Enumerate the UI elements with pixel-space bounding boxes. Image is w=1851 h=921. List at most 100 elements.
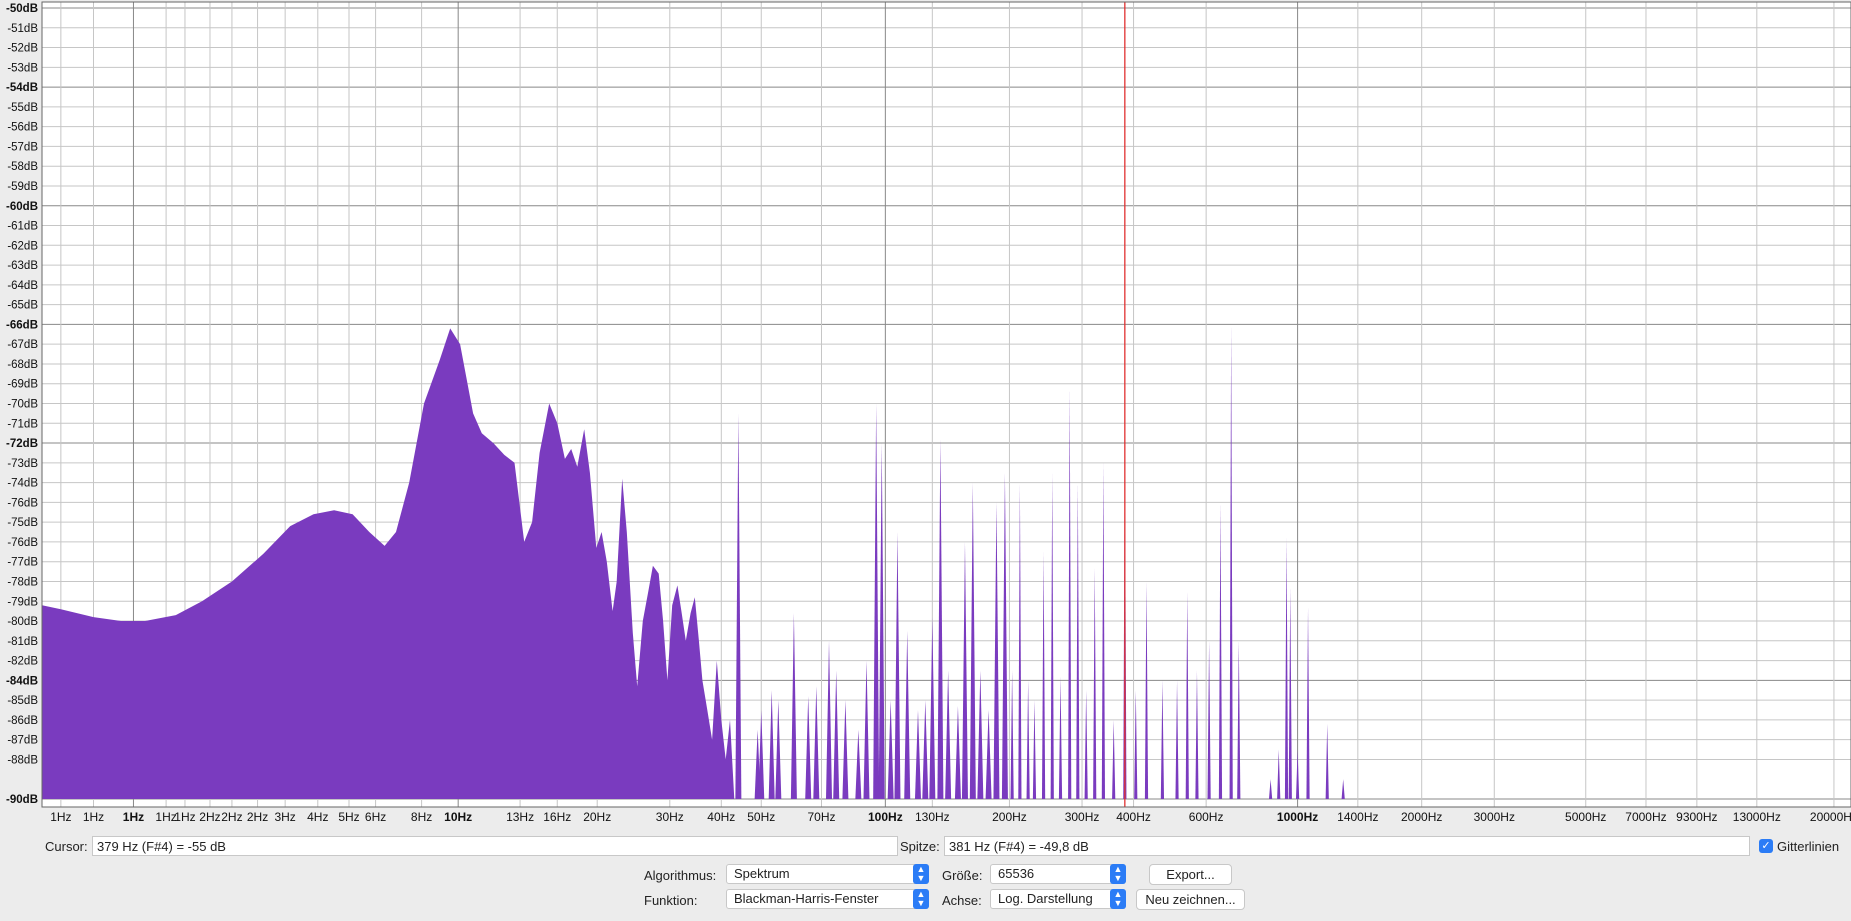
algorithm-label: Algorithmus: [644, 868, 717, 883]
y-tick-label: -84dB [6, 675, 38, 687]
y-tick-label: -59dB [7, 181, 38, 193]
y-tick-label: -61dB [7, 221, 38, 233]
y-tick-label: -79dB [7, 596, 38, 608]
x-tick-label: 70Hz [807, 810, 835, 824]
x-tick-label: 6Hz [365, 810, 386, 824]
chevron-updown-icon: ▲ ▼ [913, 864, 929, 884]
y-tick-label: -58dB [7, 161, 38, 173]
x-tick-label: 50Hz [747, 810, 775, 824]
x-tick-label: 40Hz [707, 810, 735, 824]
x-tick-label: 200Hz [992, 810, 1027, 824]
y-tick-label: -85dB [7, 695, 38, 707]
size-label: Größe: [942, 868, 983, 883]
y-tick-label: -67dB [7, 339, 38, 351]
spectrum-plot[interactable]: -50dB -51dB -52dB -53dB -54dB -55dB -56dB -57dB… [0, 0, 1851, 830]
x-tick-label: 9300Hz [1676, 810, 1717, 824]
axis-select-value: Log. Darstellung [998, 891, 1093, 906]
x-tick-label: 5Hz [338, 810, 359, 824]
y-tick-label: -82dB [7, 656, 38, 668]
x-tick-label: 600Hz [1189, 810, 1224, 824]
x-tick-label: 13Hz [506, 810, 534, 824]
y-tick-label: -78dB [7, 576, 38, 588]
x-tick-label: 3Hz [274, 810, 295, 824]
x-tick-label: 2000Hz [1401, 810, 1442, 824]
y-tick-label: -75dB [7, 517, 38, 529]
axis-label: Achse: [942, 893, 982, 908]
export-button[interactable]: Export... [1149, 864, 1232, 885]
peak-label: Spitze: [900, 839, 940, 854]
gridlines-label: Gitterlinien [1777, 839, 1840, 854]
y-tick-label: -81dB [7, 636, 38, 648]
function-select-value: Blackman-Harris-Fenster [734, 891, 879, 906]
y-tick-label: -87dB [7, 735, 38, 747]
function-select[interactable]: Blackman-Harris-Fenster ▲ ▼ [726, 889, 929, 909]
x-tick-label: 10Hz [444, 810, 472, 824]
x-tick-label: 2Hz [221, 810, 242, 824]
y-tick-label: -73dB [7, 458, 38, 470]
y-tick-label: -68dB [7, 359, 38, 371]
size-select-value: 65536 [998, 866, 1035, 881]
x-tick-label: 13000Hz [1733, 810, 1781, 824]
function-label: Funktion: [644, 893, 698, 908]
cursor-label: Cursor: [45, 839, 88, 854]
y-tick-label: -77dB [7, 557, 38, 569]
y-tick-label: -76dB [7, 537, 38, 549]
x-tick-label: 1Hz [174, 810, 195, 824]
y-tick-label: -80dB [7, 616, 38, 628]
chevron-updown-icon: ▲ ▼ [1110, 864, 1126, 884]
x-tick-label: 16Hz [543, 810, 571, 824]
y-tick-label: -64dB [7, 280, 38, 292]
y-tick-label: -74dB [7, 478, 38, 490]
y-tick-label: -65dB [7, 300, 38, 312]
redraw-button[interactable]: Neu zeichnen... [1136, 889, 1245, 910]
gridlines-checkbox[interactable]: ✓ [1759, 839, 1773, 853]
x-tick-label: 1000Hz [1277, 810, 1318, 824]
y-tick-label: -72dB [6, 438, 38, 450]
axis-select[interactable]: Log. Darstellung ▲ ▼ [990, 889, 1126, 909]
y-tick-label: -71dB [7, 418, 38, 430]
x-axis-labels: 1Hz 1Hz 1Hz 1Hz1Hz 2Hz 2Hz 2Hz 3Hz 4Hz 5Hz 6Hz 8Hz 1… [50, 810, 1851, 824]
algorithm-select[interactable]: Spektrum ▲ ▼ [726, 864, 929, 884]
x-tick-label: 4Hz [307, 810, 328, 824]
x-tick-label: 300Hz [1065, 810, 1100, 824]
y-tick-label: -57dB [7, 141, 38, 153]
x-tick-label: 30Hz [656, 810, 684, 824]
y-tick-label: -50dB [6, 3, 38, 15]
y-tick-label: -51dB [7, 23, 38, 35]
x-tick-label: 130Hz [915, 810, 950, 824]
cursor-readout-field: 379 Hz (F#4) = -55 dB [92, 836, 898, 856]
chevron-updown-icon: ▲ ▼ [1110, 889, 1126, 909]
y-tick-label: -55dB [7, 102, 38, 114]
y-tick-label: -70dB [7, 399, 38, 411]
y-tick-label: -86dB [7, 715, 38, 727]
peak-readout-field: 381 Hz (F#4) = -49,8 dB [944, 836, 1750, 856]
y-tick-label: -66dB [6, 319, 38, 331]
y-tick-label: -69dB [7, 379, 38, 391]
y-tick-label: -52dB [7, 43, 38, 55]
x-tick-label: 1Hz [83, 810, 104, 824]
y-tick-label: -54dB [6, 82, 38, 94]
y-tick-label: -62dB [7, 240, 38, 252]
size-select[interactable]: 65536 ▲ ▼ [990, 864, 1126, 884]
x-tick-label: 3000Hz [1474, 810, 1515, 824]
x-tick-label: 8Hz [411, 810, 432, 824]
y-tick-label: -63dB [7, 260, 38, 272]
y-tick-label: -88dB [7, 754, 38, 766]
x-tick-label: 1Hz [123, 810, 144, 824]
y-tick-label: -53dB [7, 62, 38, 74]
x-tick-label: 20Hz [583, 810, 611, 824]
x-tick-label: 1400Hz [1337, 810, 1378, 824]
x-tick-label: 2Hz [199, 810, 220, 824]
x-tick-label: 20000Hz [1810, 810, 1851, 824]
y-tick-label: -90dB [6, 794, 38, 806]
algorithm-select-value: Spektrum [734, 866, 790, 881]
x-tick-label: 100Hz [868, 810, 903, 824]
chevron-updown-icon: ▲ ▼ [913, 889, 929, 909]
x-tick-label: 400Hz [1116, 810, 1151, 824]
y-tick-label: -56dB [7, 122, 38, 134]
y-tick-label: -76dB [7, 497, 38, 509]
x-tick-label: 1Hz [50, 810, 71, 824]
y-tick-label: -60dB [6, 201, 38, 213]
x-tick-label: 7000Hz [1625, 810, 1666, 824]
y-axis-labels: -50dB -51dB -52dB -53dB -54dB -55dB -56dB -57dB… [6, 3, 38, 806]
